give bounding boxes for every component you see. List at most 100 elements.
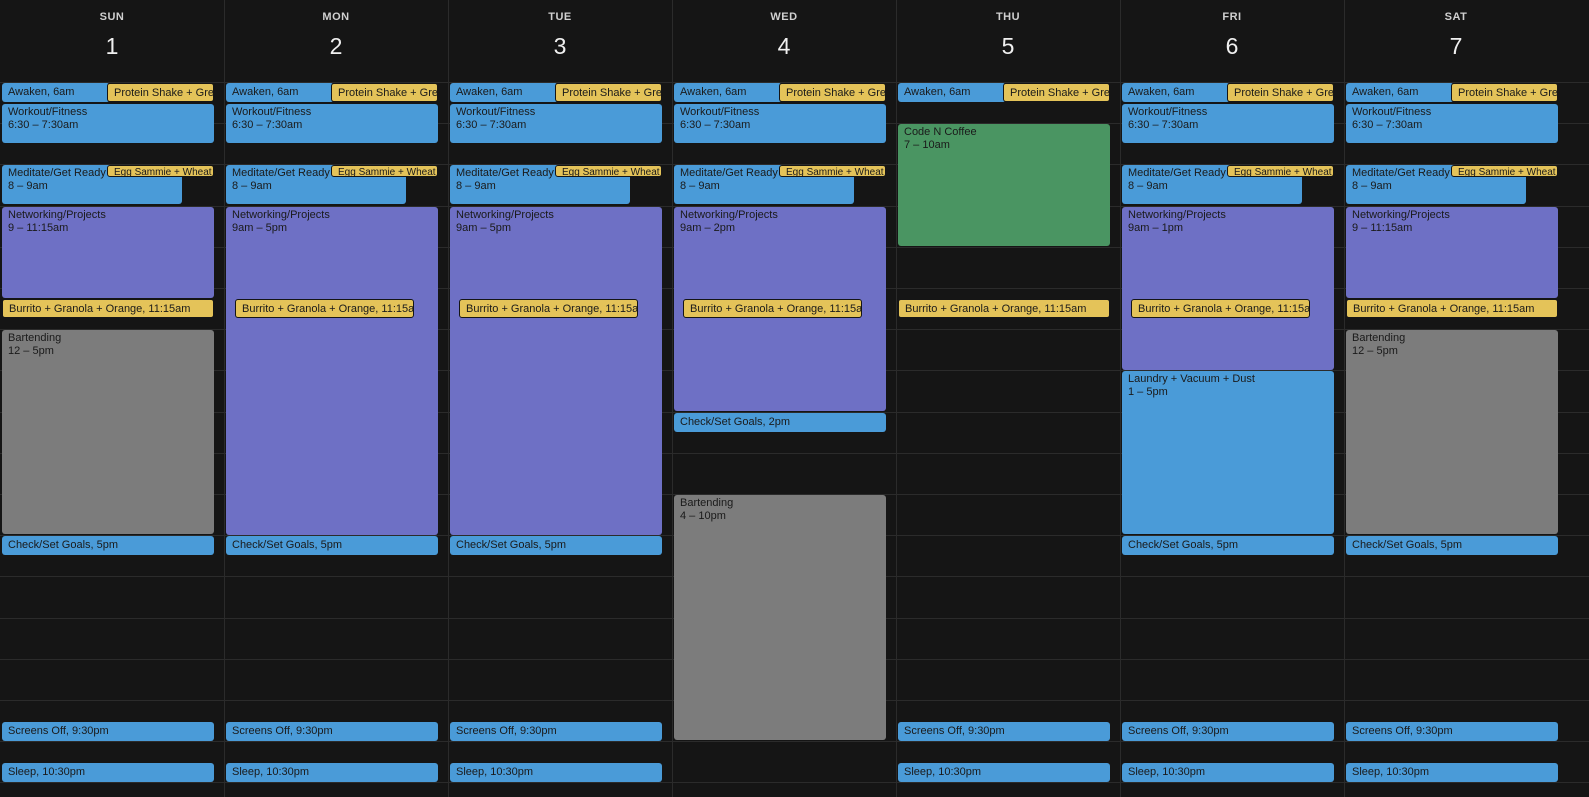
- event-egg-sammie-wheat[interactable]: Egg Sammie + Wheat: [331, 165, 438, 177]
- day-header-mon[interactable]: MON 2: [224, 0, 448, 76]
- event-sleep[interactable]: Sleep, 10:30pm: [1346, 763, 1558, 782]
- event-time: 11:15am: [1044, 303, 1087, 315]
- event-awaken[interactable]: Awaken, 6am: [450, 83, 558, 102]
- event-time: 4 – 10pm: [680, 510, 726, 522]
- event-screens-off[interactable]: Screens Off, 9:30pm: [898, 722, 1110, 741]
- event-laundry-vacuum-dust[interactable]: Laundry + Vacuum + Dust 1 – 5pm: [1122, 371, 1334, 534]
- event-sleep[interactable]: Sleep, 10:30pm: [1122, 763, 1334, 782]
- event-networking-projects[interactable]: Networking/Projects 9am – 5pm: [450, 207, 662, 535]
- event-burrito-granola-orange[interactable]: Burrito + Granola + Orange, 11:15am: [2, 299, 214, 318]
- event-time: 10:30pm: [266, 766, 310, 778]
- event-time: 9 – 11:15am: [1352, 222, 1413, 234]
- event-time: 9:30pm: [968, 725, 1005, 737]
- event-protein-shake-greek-yogurt[interactable]: Protein Shake + Greek Yogurt: [1227, 83, 1334, 102]
- event-egg-sammie-wheat[interactable]: Egg Sammie + Wheat: [107, 165, 214, 177]
- event-burrito-granola-orange[interactable]: Burrito + Granola + Orange, 11:15am: [898, 299, 1110, 318]
- event-time: 5pm: [96, 539, 119, 551]
- day-header-fri[interactable]: FRI 6: [1120, 0, 1344, 76]
- event-awaken[interactable]: Awaken, 6am: [674, 83, 782, 102]
- event-time: 10:30pm: [490, 766, 534, 778]
- event-check-set-goals[interactable]: Check/Set Goals, 5pm: [226, 536, 438, 555]
- event-networking-projects[interactable]: Networking/Projects 9 – 11:15am: [2, 207, 214, 298]
- event-workout-fitness[interactable]: Workout/Fitness 6:30 – 7:30am: [226, 104, 438, 143]
- event-title: Networking/Projects: [1352, 209, 1450, 221]
- day-header-tue[interactable]: TUE 3: [448, 0, 672, 76]
- day-header-wed[interactable]: WED 4: [672, 0, 896, 76]
- event-sleep[interactable]: Sleep, 10:30pm: [2, 763, 214, 782]
- event-networking-projects[interactable]: Networking/Projects 9 – 11:15am: [1346, 207, 1558, 298]
- event-awaken[interactable]: Awaken, 6am: [226, 83, 334, 102]
- day-divider: [896, 0, 897, 797]
- event-egg-sammie-wheat[interactable]: Egg Sammie + Wheat: [555, 165, 662, 177]
- event-workout-fitness[interactable]: Workout/Fitness 6:30 – 7:30am: [674, 104, 886, 143]
- event-protein-shake-greek-yogurt[interactable]: Protein Shake + Greek Yogurt: [1003, 83, 1110, 102]
- day-date: 3: [553, 33, 567, 59]
- event-title: Workout/Fitness: [1128, 106, 1208, 118]
- event-screens-off[interactable]: Screens Off, 9:30pm: [2, 722, 214, 741]
- event-networking-projects[interactable]: Networking/Projects 9am – 5pm: [226, 207, 438, 535]
- event-egg-sammie-wheat[interactable]: Egg Sammie + Wheat: [1227, 165, 1334, 177]
- event-workout-fitness[interactable]: Workout/Fitness 6:30 – 7:30am: [1122, 104, 1334, 143]
- event-check-set-goals[interactable]: Check/Set Goals, 2pm: [674, 413, 886, 432]
- event-burrito-granola-orange[interactable]: Burrito + Granola + Orange, 11:15am: [683, 299, 862, 318]
- day-name: MON: [322, 11, 350, 23]
- event-protein-shake-greek-yogurt[interactable]: Protein Shake + Greek Yogurt: [107, 83, 214, 102]
- event-workout-fitness[interactable]: Workout/Fitness 6:30 – 7:30am: [450, 104, 662, 143]
- event-time: 6:30 – 7:30am: [232, 119, 303, 131]
- event-protein-shake-greek-yogurt[interactable]: Protein Shake + Greek Yogurt: [1451, 83, 1558, 102]
- day-header-thu[interactable]: THU 5: [896, 0, 1120, 76]
- event-title: Awaken: [1352, 86, 1391, 98]
- event-sleep[interactable]: Sleep, 10:30pm: [226, 763, 438, 782]
- event-protein-shake-greek-yogurt[interactable]: Protein Shake + Greek Yogurt: [779, 83, 886, 102]
- day-divider: [448, 0, 449, 797]
- day-header-sun[interactable]: SUN 1: [0, 0, 224, 76]
- event-screens-off[interactable]: Screens Off, 9:30pm: [226, 722, 438, 741]
- event-bartending[interactable]: Bartending 12 – 5pm: [2, 330, 214, 534]
- event-burrito-granola-orange[interactable]: Burrito + Granola + Orange, 11:15am: [1131, 299, 1310, 318]
- event-awaken[interactable]: Awaken, 6am: [2, 83, 110, 102]
- event-screens-off[interactable]: Screens Off, 9:30pm: [1346, 722, 1558, 741]
- event-awaken[interactable]: Awaken, 6am: [1346, 83, 1454, 102]
- event-awaken[interactable]: Awaken, 6am: [1122, 83, 1230, 102]
- event-time: 8 – 9am: [8, 180, 48, 192]
- event-awaken[interactable]: Awaken, 6am: [898, 83, 1006, 102]
- event-workout-fitness[interactable]: Workout/Fitness 6:30 – 7:30am: [2, 104, 214, 143]
- event-check-set-goals[interactable]: Check/Set Goals, 5pm: [1346, 536, 1558, 555]
- event-protein-shake-greek-yogurt[interactable]: Protein Shake + Greek Yogurt: [555, 83, 662, 102]
- event-burrito-granola-orange[interactable]: Burrito + Granola + Orange, 11:15am: [459, 299, 638, 318]
- event-burrito-granola-orange[interactable]: Burrito + Granola + Orange, 11:15am: [235, 299, 414, 318]
- event-check-set-goals[interactable]: Check/Set Goals, 5pm: [2, 536, 214, 555]
- event-title: Egg Sammie + Wheat: [114, 167, 212, 177]
- event-time: 6:30 – 7:30am: [456, 119, 527, 131]
- event-title: Check/Set Goals: [232, 539, 315, 551]
- event-screens-off[interactable]: Screens Off, 9:30pm: [1122, 722, 1334, 741]
- day-header-sat[interactable]: SAT 7: [1344, 0, 1568, 76]
- day-name: SUN: [99, 11, 125, 23]
- event-time: 9:30pm: [72, 725, 109, 737]
- event-sleep[interactable]: Sleep, 10:30pm: [450, 763, 662, 782]
- event-check-set-goals[interactable]: Check/Set Goals, 5pm: [450, 536, 662, 555]
- event-bartending[interactable]: Bartending 4 – 10pm: [674, 495, 886, 740]
- event-networking-projects[interactable]: Networking/Projects 9am – 1pm: [1122, 207, 1334, 370]
- event-protein-shake-greek-yogurt[interactable]: Protein Shake + Greek Yogurt: [331, 83, 438, 102]
- event-title: Sleep: [456, 766, 485, 778]
- day-date: 7: [1449, 33, 1463, 59]
- day-divider: [672, 0, 673, 797]
- event-time: 5pm: [1216, 539, 1239, 551]
- event-title: Sleep: [1128, 766, 1157, 778]
- hour-gridline: [0, 782, 1589, 783]
- day-date: 1: [105, 33, 119, 59]
- event-code-n-coffee[interactable]: Code N Coffee 7 – 10am: [898, 124, 1110, 246]
- event-time: 9am – 2pm: [680, 222, 736, 234]
- event-burrito-granola-orange[interactable]: Burrito + Granola + Orange, 11:15am: [1346, 299, 1558, 318]
- event-bartending[interactable]: Bartending 12 – 5pm: [1346, 330, 1558, 534]
- event-sleep[interactable]: Sleep, 10:30pm: [898, 763, 1110, 782]
- event-screens-off[interactable]: Screens Off, 9:30pm: [450, 722, 662, 741]
- event-title: Workout/Fitness: [680, 106, 760, 118]
- event-egg-sammie-wheat[interactable]: Egg Sammie + Wheat: [779, 165, 886, 177]
- event-check-set-goals[interactable]: Check/Set Goals, 5pm: [1122, 536, 1334, 555]
- event-workout-fitness[interactable]: Workout/Fitness 6:30 – 7:30am: [1346, 104, 1558, 143]
- event-title: Screens Off: [1128, 725, 1186, 737]
- event-time: 6am: [1173, 86, 1195, 98]
- event-egg-sammie-wheat[interactable]: Egg Sammie + Wheat: [1451, 165, 1558, 177]
